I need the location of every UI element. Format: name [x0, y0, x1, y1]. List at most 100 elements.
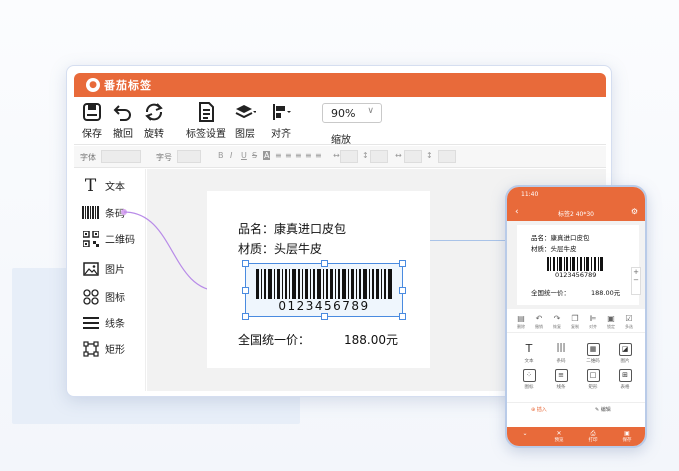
lines-icon: ≡: [554, 369, 568, 382]
phone-tool-redo[interactable]: ↷ 恢复: [549, 314, 565, 330]
phone-insert-icon[interactable]: ⁘ 图标: [515, 369, 543, 390]
phone-tool-delete[interactable]: ▤ 删除: [513, 314, 529, 330]
phone-header: 11:40 ‹ 标签2 40*30 ⚙: [507, 187, 645, 221]
save-label: 保存: [82, 129, 102, 140]
font-select[interactable]: [101, 150, 141, 163]
bold-icon[interactable]: B: [218, 151, 224, 160]
align-center-icon[interactable]: ≡: [285, 151, 292, 160]
label-settings-icon: [199, 102, 214, 122]
label-settings-button[interactable]: 标签设置: [186, 101, 226, 140]
label-price-label[interactable]: 全国统一价：: [238, 331, 310, 348]
resize-handle[interactable]: [399, 287, 406, 294]
resize-handle[interactable]: [399, 313, 406, 320]
line-spacing-input[interactable]: [370, 150, 388, 163]
resize-handle[interactable]: [321, 313, 328, 320]
resize-handle[interactable]: [242, 260, 249, 267]
preview-icon: ✕: [556, 430, 562, 437]
rotate-label: 旋转: [144, 129, 164, 140]
preview-button[interactable]: ✕ 预览: [547, 430, 571, 443]
resize-handle[interactable]: [321, 260, 328, 267]
phone-tool-copy[interactable]: ❐ 复制: [567, 314, 583, 330]
resize-handle[interactable]: [242, 313, 249, 320]
print-icon: ⎙: [590, 430, 596, 437]
width-input[interactable]: [404, 150, 422, 163]
align-left-icon[interactable]: ≡: [275, 151, 282, 160]
layers-label: 图层: [235, 129, 255, 140]
barcode-icon: [82, 204, 99, 221]
align-right-icon[interactable]: ≡: [295, 151, 302, 160]
phone-tools-row: ▤ 删除 ↶ 撤销 ↷ 恢复 ❐ 复制 ⊫ 对齐 ▣ 锁定 ☑ 多选: [507, 311, 645, 333]
resize-handle[interactable]: [242, 287, 249, 294]
print-button[interactable]: ⎙ 打印: [581, 430, 605, 443]
phone-title: 标签2 40*30: [558, 211, 594, 218]
height-input[interactable]: [438, 150, 456, 163]
sidebar-item-label: 文本: [105, 182, 125, 193]
phone-insert-text[interactable]: T 文本: [515, 343, 543, 364]
tab-insert[interactable]: ⊕ 插入: [531, 406, 547, 413]
connector-line: [430, 240, 512, 241]
undo-icon: [113, 105, 131, 121]
resize-handle[interactable]: [399, 260, 406, 267]
save-button[interactable]: 保存: [81, 101, 103, 140]
phone-material-text: 材质：头层牛皮: [531, 245, 577, 253]
tab-edit[interactable]: ✎ 编辑: [595, 406, 611, 413]
align-icon: [273, 104, 291, 120]
phone-insert-table[interactable]: ⊞ 表格: [611, 369, 639, 390]
align-button[interactable]: 对齐: [270, 101, 292, 140]
underline-icon[interactable]: U: [241, 151, 247, 160]
sidebar-item-icons[interactable]: 图标: [82, 288, 125, 305]
letter-spacing-input[interactable]: [340, 150, 358, 163]
sidebar-item-image[interactable]: 图片: [82, 260, 125, 277]
phone-insert-qrcode[interactable]: ▦ 二维码: [579, 343, 607, 364]
title-bar: ● 番茄标签: [74, 73, 606, 97]
label-product-text[interactable]: 品名：康真进口皮包: [238, 220, 346, 237]
text-fill-icon[interactable]: A: [263, 151, 271, 160]
image-icon: [82, 260, 99, 277]
trash-icon: ▤: [517, 314, 525, 323]
justify-icon[interactable]: ≡: [305, 151, 312, 160]
phone-insert-barcode[interactable]: ||| 条码: [547, 343, 575, 364]
zoom-select[interactable]: 90% ∨: [322, 103, 382, 123]
app-name: 番茄标签: [104, 79, 152, 92]
qrcode-icon: ▦: [586, 343, 600, 356]
phone-tool-align[interactable]: ⊫ 对齐: [585, 314, 601, 330]
phone-save-button[interactable]: ▣ 保存: [615, 430, 639, 443]
phone-zoom-control[interactable]: + −: [631, 267, 641, 295]
phone-tool-multiselect[interactable]: ☑ 多选: [621, 314, 637, 330]
phone-product-text: 品名：康真进口皮包: [531, 234, 590, 242]
sidebar-item-rectangle[interactable]: 矩形: [82, 340, 125, 357]
undo-label: 撤回: [113, 129, 133, 140]
sidebar-item-text[interactable]: T 文本: [82, 176, 125, 196]
phone-insert-line[interactable]: ≡ 线条: [547, 369, 575, 390]
label-material-text[interactable]: 材质：头层牛皮: [238, 240, 322, 257]
undo-button[interactable]: 撤回: [112, 101, 134, 140]
label-settings-label: 标签设置: [186, 129, 226, 140]
icon-grid-icon: [82, 288, 99, 305]
phone-tool-lock[interactable]: ▣ 锁定: [603, 314, 619, 330]
sidebar-item-lines[interactable]: 线条: [82, 314, 125, 331]
strikethrough-icon[interactable]: S: [252, 151, 257, 160]
italic-icon[interactable]: I: [230, 151, 232, 160]
align-icon: ⊫: [589, 314, 597, 323]
save-icon: ▣: [624, 430, 630, 437]
collapse-button[interactable]: ⌄: [513, 430, 537, 437]
rotate-icon: [145, 103, 163, 121]
phone-insert-rectangle[interactable]: □ 矩形: [579, 369, 607, 390]
phone-mockup: 11:40 ‹ 标签2 40*30 ⚙ 品名：康真进口皮包 材质：头层牛皮 01…: [505, 185, 647, 448]
height-icon: ↕: [426, 151, 433, 160]
layers-button[interactable]: 图层: [234, 101, 256, 140]
icon-grid-icon: ⁘: [522, 369, 536, 382]
phone-insert-image[interactable]: ◪ 图片: [611, 343, 639, 364]
distribute-icon[interactable]: ≡: [315, 151, 322, 160]
phone-price-value: 188.00元: [591, 289, 621, 297]
font-size-label: 字号: [156, 153, 172, 162]
table-icon: ⊞: [618, 369, 632, 382]
sidebar-item-barcode[interactable]: 条码: [82, 204, 125, 221]
letter-spacing-icon: ↔: [333, 151, 340, 160]
label-price-value[interactable]: 188.00元: [344, 331, 398, 348]
settings-icon[interactable]: ⚙: [631, 207, 638, 216]
phone-tool-undo[interactable]: ↶ 撤销: [531, 314, 547, 330]
barcode-element[interactable]: 0123456789: [242, 260, 406, 320]
font-size-select[interactable]: [177, 150, 201, 163]
rotate-button[interactable]: 旋转: [143, 101, 165, 140]
